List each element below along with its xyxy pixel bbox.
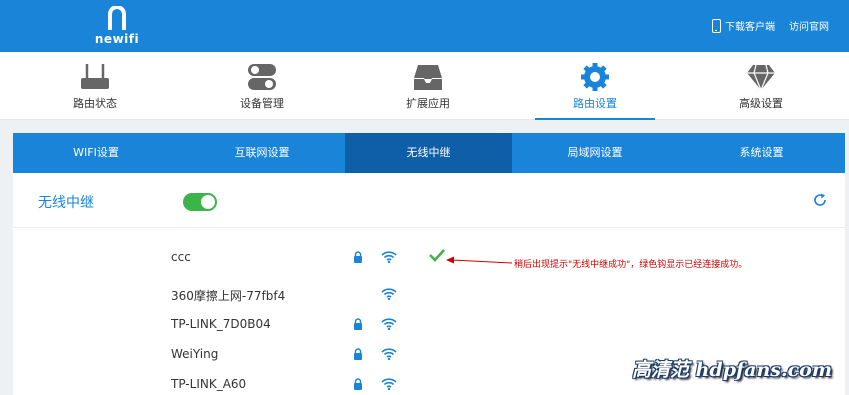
main-nav: 路由状态 设备管理 扩展应用 路由设置 高级设置 (0, 52, 849, 120)
wifi-icon (381, 251, 397, 263)
toggle-knob (201, 195, 215, 209)
nav-router-status[interactable]: 路由状态 (35, 52, 155, 120)
newifi-logo[interactable]: newifi (92, 4, 142, 48)
tab-internet-settings[interactable]: 互联网设置 (179, 133, 345, 173)
watermark: 高清范 hdpfans.com (632, 359, 832, 381)
wifi-icon (381, 288, 397, 300)
lock-icon (354, 378, 362, 390)
download-client-link[interactable]: 下载客户端 (712, 18, 775, 33)
nav-advanced-settings[interactable]: 高级设置 (701, 52, 821, 120)
wifi-icon (381, 378, 397, 390)
network-row[interactable]: TP-LINK_7D0B04 (13, 309, 845, 339)
nav-device-management[interactable]: 设备管理 (202, 52, 322, 120)
repeater-header-row: 无线中继 (13, 173, 845, 228)
logo-text: newifi (94, 32, 140, 46)
diamond-icon (747, 64, 775, 91)
nav-extensions[interactable]: 扩展应用 (368, 52, 488, 120)
lock-icon (354, 251, 362, 263)
header-links: 下载客户端 访问官网 (712, 18, 829, 33)
router-icon (81, 64, 109, 89)
gear-icon (581, 63, 609, 91)
lock-icon (354, 318, 362, 330)
nav-label: 高级设置 (739, 97, 783, 110)
nav-label: 设备管理 (240, 97, 284, 110)
visit-website-link[interactable]: 访问官网 (789, 18, 829, 33)
wifi-icon (381, 348, 397, 360)
nav-router-settings[interactable]: 路由设置 (535, 52, 655, 120)
repeater-toggle[interactable] (183, 193, 217, 211)
download-client-label: 下载客户端 (725, 22, 775, 33)
wifi-icon (381, 318, 397, 330)
network-name: 360摩擦上网-77fbf4 (171, 289, 286, 303)
tab-wifi-settings[interactable]: WIFI设置 (13, 133, 179, 173)
tray-icon (414, 65, 442, 90)
network-row[interactable]: 360摩擦上网-77fbf4 (13, 279, 845, 309)
nav-label: 路由设置 (573, 97, 617, 110)
network-name: TP-LINK_A60 (171, 377, 247, 391)
logo-mark-icon (108, 6, 126, 30)
nav-label: 路由状态 (73, 97, 117, 110)
network-name: WeiYing (171, 347, 219, 361)
refresh-icon[interactable] (813, 193, 827, 207)
section-title: 无线中继 (38, 195, 94, 211)
phone-icon (712, 18, 721, 33)
network-name: ccc (171, 250, 191, 264)
settings-tabs: WIFI设置 互联网设置 无线中继 局域网设置 系统设置 (13, 133, 845, 173)
annotation-text: 稍后出现提示"无线中继成功"，绿色钩显示已经连接成功。 (514, 260, 748, 270)
lock-icon (354, 348, 362, 360)
connected-check-icon (429, 249, 445, 262)
network-name: TP-LINK_7D0B04 (171, 317, 271, 331)
nav-label: 扩展应用 (406, 97, 450, 110)
toggle-switch-icon (248, 64, 276, 90)
tab-system-settings[interactable]: 系统设置 (678, 133, 845, 173)
tab-wireless-repeater[interactable]: 无线中继 (345, 133, 512, 173)
tab-lan-settings[interactable]: 局域网设置 (512, 133, 678, 173)
top-header: newifi 下载客户端 访问官网 (0, 0, 849, 52)
